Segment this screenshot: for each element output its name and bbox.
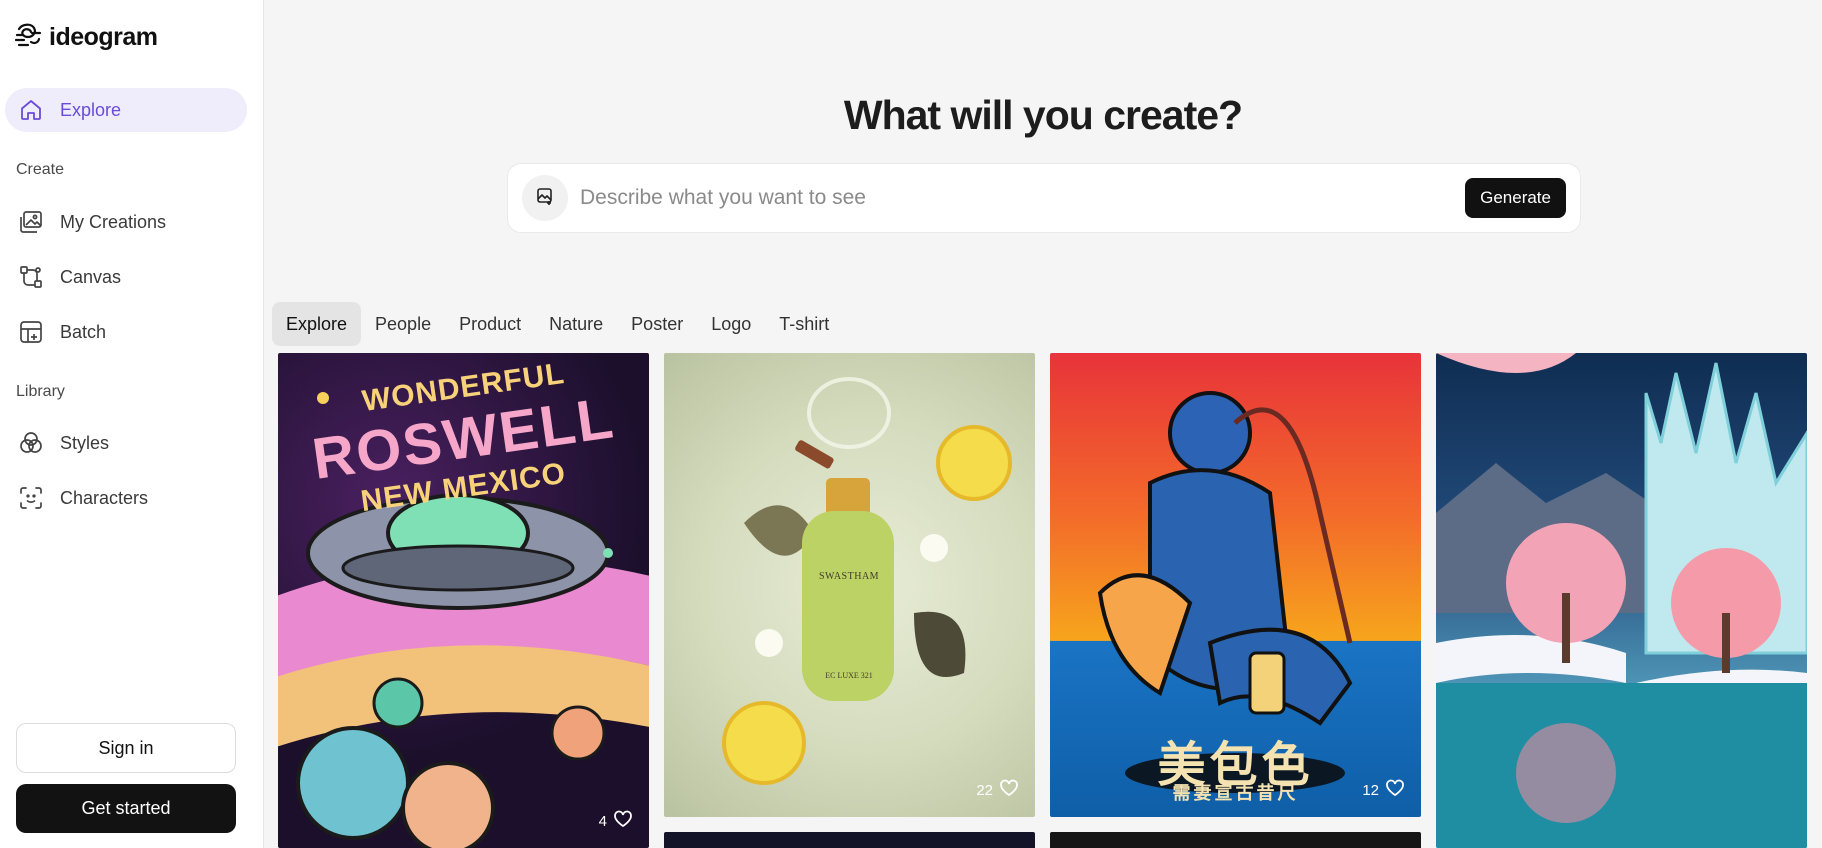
like-count[interactable]: 12 [1362, 779, 1405, 801]
tab-tshirt[interactable]: T-shirt [765, 302, 843, 346]
tab-poster[interactable]: Poster [617, 302, 697, 346]
sidebar-item-label: Characters [60, 487, 149, 508]
tab-nature[interactable]: Nature [535, 302, 617, 346]
sidebar-item-my-creations[interactable]: My Creations [5, 200, 247, 244]
generate-button[interactable]: Generate [1465, 178, 1566, 218]
gallery-image-roswell-poster[interactable]: WONDERFUL ROSWELL NEW MEXICO 4 [278, 353, 649, 848]
gallery-image-winter-landscape[interactable] [1436, 353, 1807, 848]
like-count-value: 4 [598, 812, 607, 830]
canvas-icon [17, 263, 45, 291]
brand[interactable]: ideogram [13, 20, 158, 55]
tab-product[interactable]: Product [445, 302, 535, 346]
like-count[interactable]: 22 [976, 779, 1019, 801]
home-icon [17, 96, 45, 124]
upload-image-button[interactable] [522, 175, 568, 221]
characters-icon [17, 484, 45, 512]
prompt-bar: Generate [507, 163, 1581, 233]
bottle-brand-text: SWASTHAM [818, 571, 880, 582]
batch-icon [17, 318, 45, 346]
page-title: What will you create? [843, 92, 1243, 138]
like-count-value: 22 [976, 781, 993, 799]
sidebar-item-label: Styles [60, 432, 110, 453]
sidebar-item-label: Explore [60, 99, 122, 120]
library-section-label: Library [16, 383, 65, 400]
gallery-image-partial[interactable] [1050, 832, 1421, 848]
sidebar-item-label: Canvas [60, 266, 122, 287]
category-tabs: Explore People Product Nature Poster Log… [272, 302, 843, 346]
sidebar-item-canvas[interactable]: Canvas [5, 255, 247, 299]
images-icon [17, 208, 45, 236]
get-started-button[interactable]: Get started [16, 784, 236, 833]
styles-icon [17, 429, 45, 457]
gallery-image-partial[interactable] [664, 832, 1035, 848]
image-upload-icon [535, 186, 555, 211]
ideogram-logo-icon [13, 20, 43, 55]
bottle-sub-text: EC LUXE 321 [825, 671, 873, 680]
bottle-artwork [722, 377, 1012, 785]
heart-icon [1385, 779, 1405, 801]
landscape-artwork [1436, 353, 1807, 848]
heart-icon [999, 779, 1019, 801]
gallery-image-astronaut-poster[interactable]: 美包色 需妻宣古昔尺 12 [1050, 353, 1421, 817]
brand-name: ideogram [49, 23, 158, 51]
like-count-value: 12 [1362, 781, 1379, 799]
like-count[interactable]: 4 [599, 810, 633, 832]
tab-explore[interactable]: Explore [272, 302, 362, 346]
sign-in-button[interactable]: Sign in [16, 723, 236, 773]
gallery-image-product-bottle[interactable]: SWASTHAM EC LUXE 321 22 [664, 353, 1035, 817]
sidebar: ideogram Explore Create My Creations Can… [0, 0, 264, 848]
sidebar-item-explore[interactable]: Explore [5, 88, 247, 132]
heart-icon [613, 810, 633, 832]
tab-people[interactable]: People [361, 302, 445, 346]
sidebar-item-characters[interactable]: Characters [5, 476, 247, 520]
main-content: What will you create? Generate Explore P… [264, 0, 1822, 848]
sidebar-item-label: My Creations [60, 211, 167, 232]
create-section-label: Create [16, 161, 65, 178]
prompt-input[interactable] [580, 186, 1466, 210]
sidebar-item-label: Batch [60, 321, 107, 342]
tab-logo[interactable]: Logo [697, 302, 765, 346]
sidebar-item-batch[interactable]: Batch [5, 310, 247, 354]
sidebar-item-styles[interactable]: Styles [5, 421, 247, 465]
